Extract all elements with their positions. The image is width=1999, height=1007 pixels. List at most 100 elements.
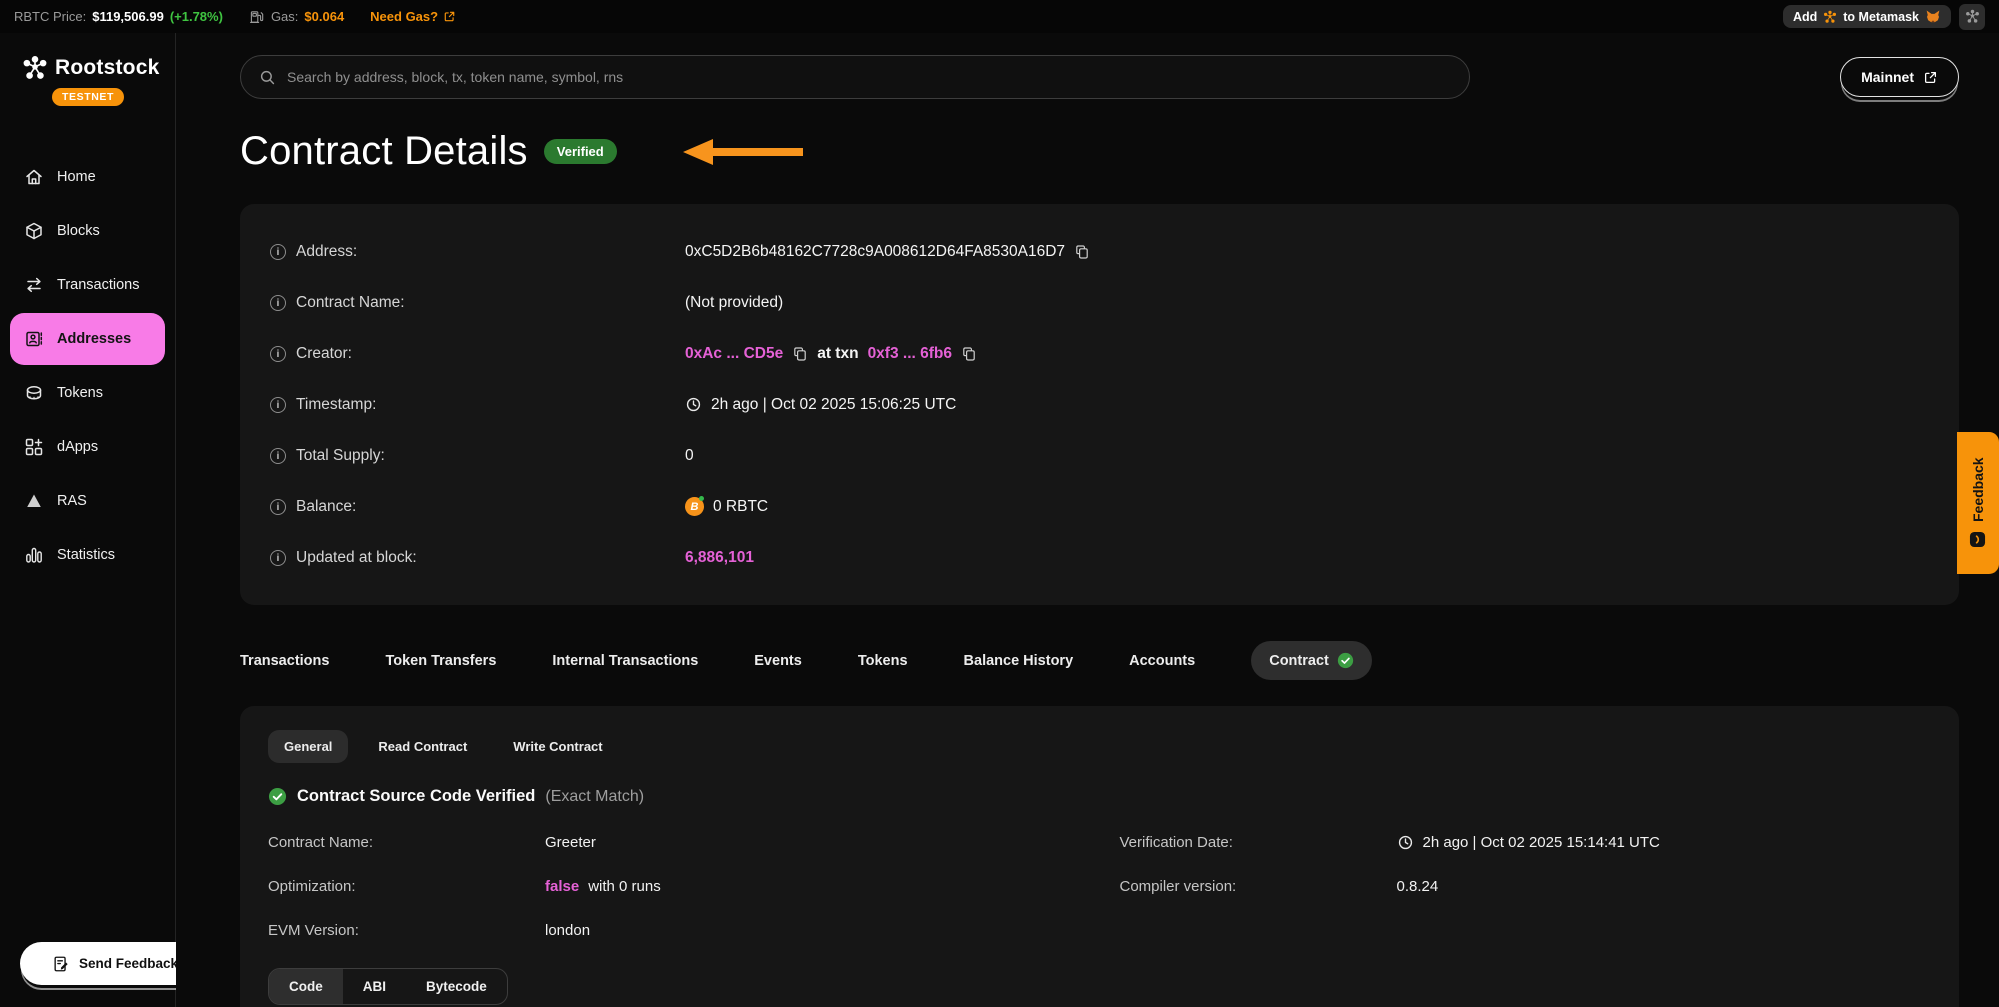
tab-token-transfers[interactable]: Token Transfers [385,653,496,669]
tab-accounts[interactable]: Accounts [1129,653,1195,669]
field-optimization: Optimization: false with 0 runs [268,864,1080,908]
brand-block: Rootstock TESTNET [0,33,175,106]
source-verified-match: (Exact Match) [545,788,644,806]
info-icon[interactable] [270,295,286,311]
mainnet-label: Mainnet [1861,69,1914,85]
field-compiler-version: Compiler version: 0.8.24 [1120,864,1932,908]
tab-tokens[interactable]: Tokens [858,653,908,669]
contract-name-value: (Not provided) [685,294,783,312]
contact-card-icon [24,329,44,349]
field-verification-date-value: 2h ago | Oct 02 2025 15:14:41 UTC [1423,834,1660,851]
tab-internal-transactions[interactable]: Internal Transactions [552,653,698,669]
address-value: 0xC5D2B6b48162C7728c9A008612D64FA8530A16… [685,243,1065,261]
field-contract-name: Contract Name: Greeter [268,820,1080,864]
check-circle-icon [1337,652,1354,669]
clock-icon [1397,834,1414,851]
tab-transactions[interactable]: Transactions [240,653,329,669]
detail-row-timestamp: Timestamp: 2h ago | Oct 02 2025 15:06:25… [270,379,1929,430]
feedback-note-icon [52,955,70,973]
source-verified-line: Contract Source Code Verified (Exact Mat… [268,787,1931,806]
subtab-general[interactable]: General [268,730,348,763]
field-evm-version-value: london [545,922,1080,939]
cube-icon [24,221,44,241]
info-icon[interactable] [270,397,286,413]
feedback-side-tab[interactable]: Feedback [1957,432,1999,574]
contract-subtabs: General Read Contract Write Contract [268,730,1931,763]
need-gas-link[interactable]: Need Gas? [370,9,456,24]
info-icon[interactable] [270,346,286,362]
sidebar-item-transactions[interactable]: Transactions [0,258,175,312]
sidebar-item-label: Statistics [57,547,115,563]
verification-fields-left: Contract Name: Greeter Optimization: fal… [268,820,1080,952]
info-icon[interactable] [270,499,286,515]
coin-icon [24,383,44,403]
check-circle-icon [268,787,287,806]
field-optimization-highlight: false [545,878,579,895]
sidebar-item-statistics[interactable]: Statistics [0,528,175,582]
gas-group: Gas: $0.064 [249,9,344,25]
mainnet-button[interactable]: Mainnet [1840,57,1959,97]
sidebar-item-addresses[interactable]: Addresses [10,313,165,365]
info-icon[interactable] [270,244,286,260]
swap-arrows-icon [24,275,44,295]
feedback-smiley-icon [1970,531,1987,548]
sidebar-item-blocks[interactable]: Blocks [0,204,175,258]
rbtc-price-group: RBTC Price: $119,506.99 (+1.78%) [14,9,223,24]
tab-events[interactable]: Events [754,653,802,669]
annotation-left-arrow-icon [683,137,805,167]
rbtc-price-label: RBTC Price: [14,9,86,24]
sidebar-item-home[interactable]: Home [0,150,175,204]
balance-value: 0 RBTC [713,498,768,516]
sidebar-item-ras[interactable]: RAS [0,474,175,528]
search-bar[interactable] [240,55,1470,99]
sidebar-item-dapps[interactable]: dApps [0,420,175,474]
detail-row-balance: Balance: 0 RBTC [270,481,1929,532]
bytecode-tab[interactable]: Bytecode [406,969,507,1004]
rbtc-price-change: (+1.78%) [170,9,223,24]
metamask-fox-icon [1925,9,1941,24]
feedback-tab-label: Feedback [1970,458,1986,523]
bar-chart-icon [24,545,44,565]
sidebar-item-label: Transactions [57,277,139,293]
creator-at-txn-text: at txn [817,345,858,363]
search-icon [259,69,276,86]
sidebar-item-tokens[interactable]: Tokens [0,366,175,420]
updated-block-link[interactable]: 6,886,101 [685,549,754,567]
info-icon[interactable] [270,550,286,566]
main-content: Mainnet Contract Details Verified Addres… [176,33,1999,1007]
gas-value: $0.064 [304,9,344,24]
field-contract-name-label: Contract Name: [268,834,545,851]
abi-tab[interactable]: ABI [343,969,406,1004]
rootstock-toggle-button[interactable] [1959,4,1985,30]
field-optimization-label: Optimization: [268,878,545,895]
creator-address-link[interactable]: 0xAc ... CD5e [685,345,783,363]
verification-fields: Contract Name: Greeter Optimization: fal… [268,820,1931,952]
clock-icon [685,396,702,413]
rootstock-logo-icon [22,55,48,81]
detail-row-contract-name: Contract Name: (Not provided) [270,277,1929,328]
field-evm-version: EVM Version: london [268,908,1080,952]
rbtc-price-value: $119,506.99 [92,9,164,24]
info-icon[interactable] [270,448,286,464]
copy-icon[interactable] [1074,244,1090,260]
rootstock-gray-icon [1965,9,1980,24]
add-to-metamask-button[interactable]: Add to Metamask [1783,5,1951,28]
copy-icon[interactable] [961,346,977,362]
creator-tx-link[interactable]: 0xf3 ... 6fb6 [868,345,952,363]
subtab-read-contract[interactable]: Read Contract [362,730,483,763]
subtab-write-contract[interactable]: Write Contract [497,730,618,763]
tab-contract[interactable]: Contract [1251,641,1372,680]
field-verification-date: Verification Date: 2h ago | Oct 02 2025 … [1120,820,1932,864]
tab-balance-history[interactable]: Balance History [964,653,1074,669]
search-input[interactable] [287,69,1451,85]
code-tab[interactable]: Code [269,969,343,1004]
title-row: Contract Details Verified [240,129,1959,174]
copy-icon[interactable] [792,346,808,362]
apps-grid-icon [24,437,44,457]
field-compiler-version-value: 0.8.24 [1397,878,1932,895]
tab-contract-label: Contract [1269,653,1329,669]
detail-row-address: Address: 0xC5D2B6b48162C7728c9A008612D64… [270,226,1929,277]
sidebar-item-label: Addresses [57,331,131,347]
field-compiler-version-label: Compiler version: [1120,878,1397,895]
contract-panel: General Read Contract Write Contract Con… [240,706,1959,1007]
